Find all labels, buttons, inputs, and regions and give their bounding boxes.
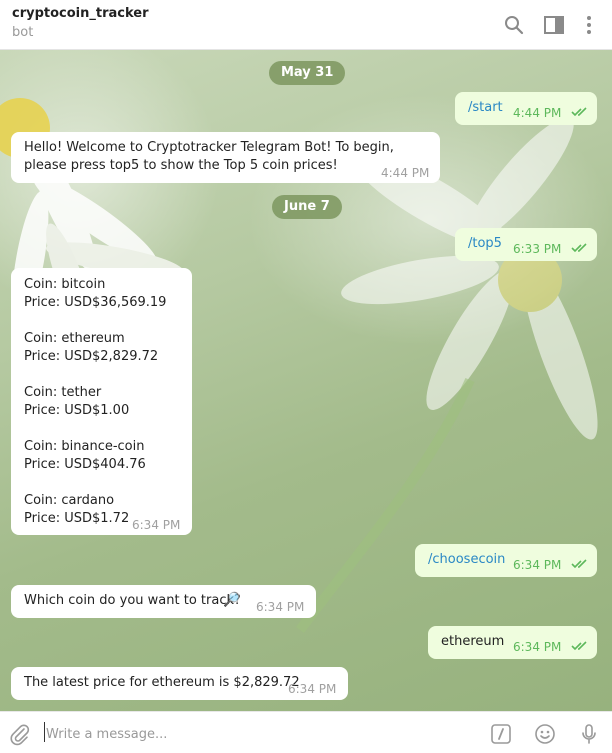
message-time: 6:34 PM bbox=[256, 600, 305, 614]
message-time: 4:44 PM bbox=[381, 166, 430, 180]
message-text: ethereum bbox=[441, 634, 505, 649]
chat-status: bot bbox=[12, 25, 34, 40]
message-text: Which coin do you want to track? bbox=[24, 593, 241, 608]
coin-price: Price: USD$36,569.19 bbox=[24, 295, 167, 310]
coin-entry: Coin: ethereum Price: USD$2,829.72 bbox=[24, 330, 166, 366]
date-separator: June 7 bbox=[272, 195, 342, 219]
incoming-message: Which coin do you want to track? 🔎 6:34 … bbox=[11, 585, 316, 618]
magnifier-emoji-icon: 🔎 bbox=[223, 592, 241, 608]
message-time: 6:34 PM bbox=[513, 558, 562, 572]
coin-name: Coin: bitcoin bbox=[24, 277, 106, 292]
message-time: 4:44 PM bbox=[513, 106, 562, 120]
coin-entry: Coin: bitcoin Price: USD$36,569.19 bbox=[24, 276, 166, 312]
coin-name: Coin: cardano bbox=[24, 493, 115, 508]
message-time: 6:34 PM bbox=[132, 518, 181, 532]
paperclip-icon[interactable] bbox=[8, 722, 32, 746]
outgoing-message[interactable]: /start 4:44 PM bbox=[455, 92, 597, 125]
message-text: The latest price for ethereum is $2,829.… bbox=[24, 675, 300, 690]
message-text[interactable]: /top5 bbox=[468, 235, 502, 253]
message-input-bar bbox=[0, 711, 612, 753]
slash-command-icon[interactable] bbox=[489, 722, 513, 746]
coin-name: Coin: ethereum bbox=[24, 331, 125, 346]
message-text: Hello! Welcome to Cryptotracker Telegram… bbox=[24, 140, 399, 173]
search-icon[interactable] bbox=[502, 13, 526, 37]
coin-entry: Coin: binance-coin Price: USD$404.76 bbox=[24, 438, 166, 474]
chat-header: cryptocoin_tracker bot bbox=[0, 0, 612, 50]
read-checkmarks-icon bbox=[571, 107, 587, 117]
chat-title[interactable]: cryptocoin_tracker bbox=[12, 6, 149, 21]
incoming-message: Hello! Welcome to Cryptotracker Telegram… bbox=[11, 132, 440, 183]
message-time: 6:33 PM bbox=[513, 242, 562, 256]
message-input[interactable] bbox=[44, 722, 468, 746]
read-checkmarks-icon bbox=[571, 559, 587, 569]
emoji-icon[interactable] bbox=[533, 722, 557, 746]
chat-area[interactable]: May 31 June 7 /start 4:44 PM Hello! Welc… bbox=[0, 50, 612, 711]
text-caret bbox=[44, 722, 45, 742]
outgoing-message[interactable]: ethereum 6:34 PM bbox=[428, 626, 597, 659]
incoming-message: Coin: bitcoin Price: USD$36,569.19 Coin:… bbox=[11, 268, 192, 535]
coin-list: Coin: bitcoin Price: USD$36,569.19 Coin:… bbox=[24, 276, 166, 528]
sidebar-toggle-icon[interactable] bbox=[542, 13, 566, 37]
outgoing-message[interactable]: /top5 6:33 PM bbox=[455, 228, 597, 261]
message-time: 6:34 PM bbox=[513, 640, 562, 654]
microphone-icon[interactable] bbox=[577, 722, 601, 746]
coin-entry: Coin: tether Price: USD$1.00 bbox=[24, 384, 166, 420]
coin-price: Price: USD$2,829.72 bbox=[24, 349, 159, 364]
message-text[interactable]: /choosecoin bbox=[428, 551, 505, 569]
date-separator: May 31 bbox=[269, 61, 346, 85]
coin-name: Coin: tether bbox=[24, 385, 102, 400]
incoming-message: The latest price for ethereum is $2,829.… bbox=[11, 667, 348, 700]
coin-price: Price: USD$404.76 bbox=[24, 457, 146, 472]
message-text[interactable]: /start bbox=[468, 99, 503, 117]
coin-name: Coin: binance-coin bbox=[24, 439, 145, 454]
coin-price: Price: USD$1.00 bbox=[24, 403, 130, 418]
outgoing-message[interactable]: /choosecoin 6:34 PM bbox=[415, 544, 597, 577]
read-checkmarks-icon bbox=[571, 243, 587, 253]
message-time: 6:34 PM bbox=[288, 682, 337, 696]
read-checkmarks-icon bbox=[571, 641, 587, 651]
more-vertical-icon[interactable] bbox=[577, 13, 601, 37]
